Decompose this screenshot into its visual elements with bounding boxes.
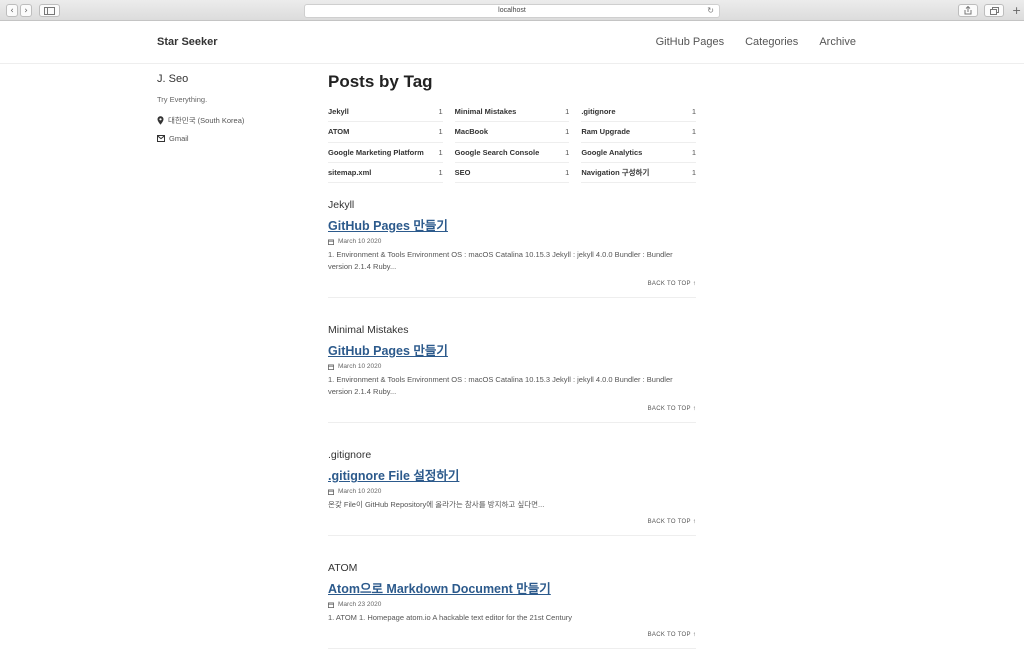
tag-index-item[interactable]: Ram Upgrade 1 — [581, 122, 696, 143]
new-tab-icon[interactable]: + — [1012, 5, 1021, 16]
tag-index-item[interactable]: Jekyll 1 — [328, 102, 443, 123]
tag-count: 1 — [438, 168, 443, 178]
tag-index-item[interactable]: Navigation 구성하기 1 — [581, 163, 696, 184]
site-title[interactable]: Star Seeker — [157, 36, 218, 48]
tag-count: 1 — [565, 127, 570, 137]
page-title: Posts by Tag — [328, 72, 433, 91]
back-to-top-link[interactable]: BACK TO TOP ↑ — [328, 281, 696, 287]
post-excerpt: 1. Environment & Tools Environment OS : … — [328, 375, 673, 397]
tag-index: Jekyll 1 Minimal Mistakes 1 .gitignore 1 ATOM 1… — [328, 102, 696, 184]
tag-section-heading: .gitignore — [328, 449, 372, 462]
post-date: March 23 2020 — [328, 601, 696, 608]
post-date: March 10 2020 — [328, 363, 696, 370]
calendar-icon — [328, 602, 334, 608]
calendar-icon — [328, 489, 334, 495]
author-email[interactable]: Gmail — [157, 134, 297, 143]
main-content: Posts by Tag Jekyll 1 Minimal Mistakes 1 .gi… — [328, 72, 696, 649]
tag-count: 1 — [438, 107, 443, 117]
tag-sections: Jekyll GitHub Pages 만들기 March 10 2020 1. En… — [328, 199, 696, 649]
tag-section-heading: Minimal Mistakes — [328, 324, 409, 337]
tag-count: 1 — [691, 147, 696, 157]
tag-count: 1 — [565, 147, 570, 157]
back-to-top-link[interactable]: BACK TO TOP ↑ — [328, 632, 696, 638]
forward-icon[interactable]: › — [20, 4, 32, 17]
author-sidebar: J. Seo Try Everything. 대한민국 (South Korea… — [157, 73, 297, 151]
share-icon[interactable] — [958, 4, 978, 17]
envelope-icon — [157, 135, 165, 142]
tag-name: MacBook — [454, 127, 488, 137]
tag-count: 1 — [438, 127, 443, 137]
tag-index-item[interactable]: sitemap.xml 1 — [328, 163, 443, 184]
tabs-icon[interactable] — [984, 4, 1004, 17]
post-excerpt: 온갖 File이 GitHub Repository에 올라가는 참사를 방지하… — [328, 500, 545, 510]
tag-count: 1 — [691, 127, 696, 137]
tag-name: Minimal Mistakes — [454, 107, 517, 117]
tag-section: .gitignore .gitignore File 설정하기 March 10 2… — [328, 423, 696, 537]
tag-name: Google Marketing Platform — [328, 147, 424, 157]
tag-name: sitemap.xml — [328, 168, 372, 178]
author-location-text: 대한민국 (South Korea) — [168, 116, 245, 125]
back-to-top-link[interactable]: BACK TO TOP ↑ — [328, 406, 696, 412]
post-date-text: March 23 2020 — [338, 601, 382, 609]
site-header: Star Seeker GitHub Pages Categories Arch… — [0, 21, 1024, 64]
tag-name: Google Search Console — [454, 147, 540, 157]
tag-index-item[interactable]: Minimal Mistakes 1 — [454, 102, 570, 123]
tag-count: 1 — [691, 107, 696, 117]
back-to-top-link[interactable]: BACK TO TOP ↑ — [328, 519, 696, 525]
tag-name: Google Analytics — [581, 147, 643, 157]
author-bio: Try Everything. — [157, 95, 208, 104]
post-date: March 10 2020 — [328, 488, 696, 495]
author-location: 대한민국 (South Korea) — [157, 115, 297, 126]
post-date-text: March 10 2020 — [338, 363, 382, 371]
tag-index-item[interactable]: .gitignore 1 — [581, 102, 696, 123]
tag-name: Ram Upgrade — [581, 127, 631, 137]
nav-archive[interactable]: Archive — [819, 36, 856, 48]
post-date-text: March 10 2020 — [338, 488, 382, 496]
tag-name: .gitignore — [581, 107, 616, 117]
tag-count: 1 — [438, 147, 443, 157]
post-date-text: March 10 2020 — [338, 238, 382, 246]
tag-section: Jekyll GitHub Pages 만들기 March 10 2020 1. En… — [328, 199, 696, 299]
post-title-link[interactable]: GitHub Pages 만들기 — [328, 340, 696, 359]
calendar-icon — [328, 364, 334, 370]
post-title-link[interactable]: .gitignore File 설정하기 — [328, 465, 696, 484]
author-name: J. Seo — [157, 73, 189, 85]
post-title-link[interactable]: Atom으로 Markdown Document 만들기 — [328, 578, 696, 597]
reload-icon[interactable]: ↻ — [707, 5, 714, 17]
tag-section: Minimal Mistakes GitHub Pages 만들기 March 10… — [328, 298, 696, 424]
tag-index-item[interactable]: Google Analytics 1 — [581, 143, 696, 163]
main-nav: GitHub Pages Categories Archive — [656, 36, 856, 48]
browser-toolbar: ‹ › localhost ↻ + — [0, 0, 1024, 21]
tag-name: Jekyll — [328, 107, 349, 117]
nav-categories[interactable]: Categories — [745, 36, 798, 48]
author-email-text[interactable]: Gmail — [169, 134, 189, 143]
nav-github-pages[interactable]: GitHub Pages — [656, 36, 724, 48]
tag-index-item[interactable]: MacBook 1 — [454, 122, 570, 143]
sidebar-toggle-icon[interactable] — [39, 4, 60, 17]
tag-count: 1 — [691, 168, 696, 178]
post-date: March 10 2020 — [328, 238, 696, 245]
post-excerpt: 1. Environment & Tools Environment OS : … — [328, 250, 673, 272]
tag-section-heading: Jekyll — [328, 199, 355, 212]
map-marker-icon — [157, 116, 164, 125]
tag-section: ATOM Atom으로 Markdown Document 만들기 March 23… — [328, 536, 696, 649]
calendar-icon — [328, 239, 334, 245]
address-bar[interactable]: localhost ↻ — [304, 4, 720, 18]
tag-count: 1 — [565, 107, 570, 117]
tag-section-heading: ATOM — [328, 562, 358, 575]
post-excerpt: 1. ATOM 1. Homepage atom.io A hackable t… — [328, 613, 573, 623]
tag-name: ATOM — [328, 127, 350, 137]
tag-count: 1 — [565, 168, 570, 178]
back-icon[interactable]: ‹ — [6, 4, 18, 17]
tag-name: Navigation 구성하기 — [581, 168, 650, 178]
tag-index-item[interactable]: SEO 1 — [454, 163, 570, 184]
post-title-link[interactable]: GitHub Pages 만들기 — [328, 215, 696, 234]
tag-index-item[interactable]: Google Search Console 1 — [454, 143, 570, 163]
tag-index-item[interactable]: ATOM 1 — [328, 122, 443, 143]
tag-name: SEO — [454, 168, 471, 178]
address-bar-url: localhost — [498, 7, 526, 14]
tag-index-item[interactable]: Google Marketing Platform 1 — [328, 143, 443, 163]
